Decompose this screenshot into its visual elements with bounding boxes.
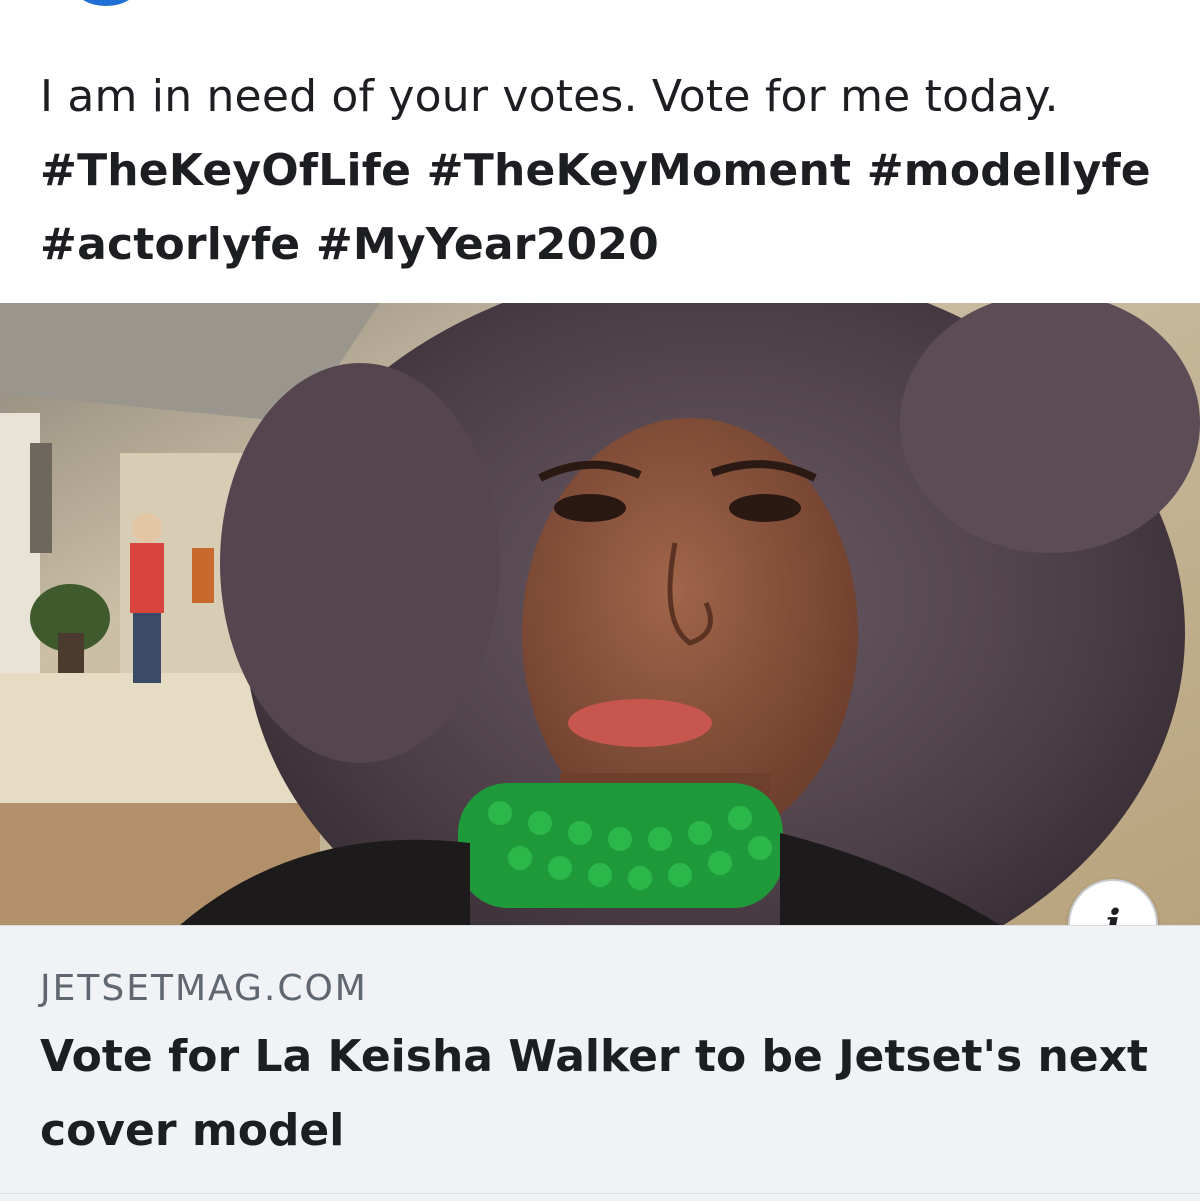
avatar[interactable] bbox=[74, 0, 138, 6]
post-message: I am in need of your votes. Vote for me … bbox=[40, 71, 1059, 122]
link-preview-image[interactable] bbox=[0, 303, 1200, 925]
link-meta[interactable]: JETSETMAG.COM Vote for La Keisha Walker … bbox=[0, 925, 1200, 1201]
link-title[interactable]: Vote for La Keisha Walker to be Jetset's… bbox=[40, 1020, 1160, 1168]
link-preview-card[interactable]: i JETSETMAG.COM Vote for La Keisha Walke… bbox=[0, 303, 1200, 1201]
post-hashtags[interactable]: #TheKeyOfLife #TheKeyMoment #modellyfe #… bbox=[40, 134, 1180, 282]
divider bbox=[0, 1193, 1200, 1194]
post-text: I am in need of your votes. Vote for me … bbox=[40, 60, 1180, 282]
link-domain: JETSETMAG.COM bbox=[40, 968, 368, 1009]
